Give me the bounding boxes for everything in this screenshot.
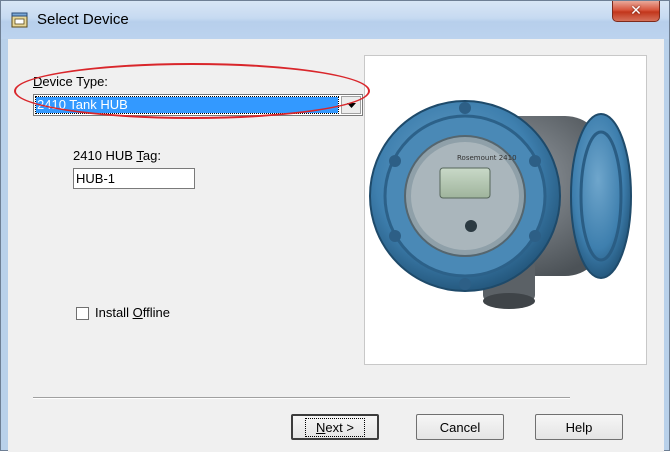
hub-tag-input[interactable]: HUB-1 [73, 168, 195, 189]
install-offline-checkbox[interactable] [76, 307, 89, 320]
device-window-icon [11, 12, 28, 28]
close-button[interactable]: ✕ [612, 1, 660, 22]
help-button[interactable]: Help [535, 414, 623, 440]
title-bar[interactable]: Select Device ✕ [1, 1, 669, 39]
cancel-button-label: Cancel [439, 419, 481, 435]
dialog-body: Device Type: 2410 Tank HUB 2410 HUB Tag:… [8, 39, 664, 452]
chevron-down-icon [346, 102, 356, 108]
install-offline-mnemonic: O [132, 305, 143, 320]
device-image: Rosemount 2410 [369, 100, 632, 309]
device-image-panel: Rosemount 2410 [364, 55, 647, 365]
select-device-dialog: Select Device ✕ Device Type: 2410 Tank H… [0, 0, 670, 452]
window-title: Select Device [37, 11, 129, 28]
device-type-label: Device Type: [33, 74, 108, 89]
button-separator [33, 397, 570, 399]
device-type-selected-value: 2410 Tank HUB [35, 96, 339, 114]
device-caption: Rosemount 2410 [457, 154, 517, 162]
next-button-label: Next > [305, 417, 365, 437]
next-button[interactable]: Next > [291, 414, 379, 440]
device-type-select[interactable]: 2410 Tank HUB [33, 94, 363, 116]
device-type-dropdown-button[interactable] [341, 96, 361, 114]
help-button-label: Help [565, 419, 593, 435]
install-offline-label[interactable]: Install Offline [95, 305, 170, 320]
hub-tag-label: 2410 HUB Tag: [73, 148, 161, 163]
cancel-button[interactable]: Cancel [416, 414, 504, 440]
device-type-mnemonic: D [33, 74, 43, 89]
close-icon: ✕ [630, 3, 642, 19]
